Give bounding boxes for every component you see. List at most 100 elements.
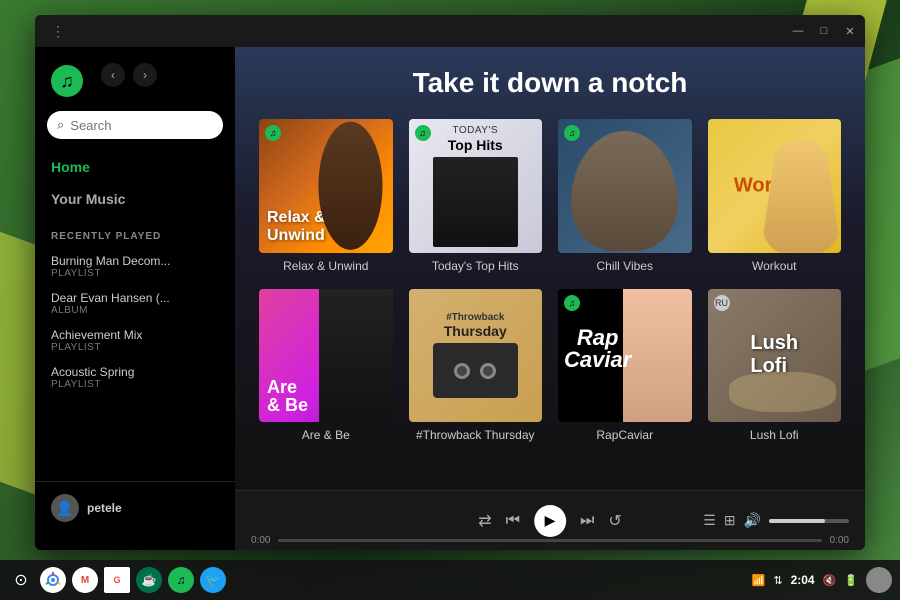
throwback-cassette xyxy=(433,343,518,398)
devices-icon[interactable]: ⊞ xyxy=(724,512,736,529)
recently-item-name-2: Achievement Mix xyxy=(51,328,219,342)
card-throwback[interactable]: #Throwback Thursday #Throwback Thursday xyxy=(409,289,543,443)
taskbar-left: ⊙ M G ☕ ♫ 🐦 xyxy=(8,567,226,593)
recently-item-name-0: Burning Man Decom... xyxy=(51,254,219,268)
taskbar-spotify-icon[interactable]: ♫ xyxy=(168,567,194,593)
spotify-logo-icon: ♫ xyxy=(51,65,83,97)
user-name: petele xyxy=(87,501,122,515)
minimize-button[interactable]: — xyxy=(791,24,805,38)
player-bar: ⇄ ⏮ ▶ ⏭ ↺ ☰ ⊞ 🔊 0:00 xyxy=(235,490,865,550)
back-button[interactable]: ‹ xyxy=(101,63,125,87)
recently-item-1[interactable]: Dear Evan Hansen (... ALBUM xyxy=(35,285,235,322)
progress-container: 0:00 0:00 xyxy=(235,530,865,550)
taskbar: ⊙ M G ☕ ♫ 🐦 📶 ⇅ 2:04 🔇 🔋 xyxy=(0,560,900,600)
taskbar-search-icon[interactable]: ⊙ xyxy=(8,567,34,593)
recently-item-name-1: Dear Evan Hansen (... xyxy=(51,291,219,305)
user-avatar-icon: 👤 xyxy=(51,494,79,522)
rapcaviar-person xyxy=(623,289,691,423)
queue-icon[interactable]: ☰ xyxy=(703,512,716,529)
sidebar-user[interactable]: 👤 petele xyxy=(35,481,235,534)
taskbar-twitter-icon[interactable]: 🐦 xyxy=(200,567,226,593)
card-relax-unwind[interactable]: ♫ Relax &Unwind Relax & Unwind xyxy=(259,119,393,273)
recently-item-type-0: PLAYLIST xyxy=(51,268,219,279)
titlebar: ⋮ — □ ✕ xyxy=(35,15,865,47)
card-relax-text: Relax &Unwind xyxy=(267,209,326,245)
player-right-controls: ☰ ⊞ 🔊 xyxy=(703,512,849,529)
card-chill-vibes[interactable]: ♫ Chill Vibes xyxy=(558,119,692,273)
card-workout[interactable]: Workout Workout xyxy=(708,119,842,273)
sidebar-logo: ♫ ‹ › xyxy=(35,63,235,111)
next-button[interactable]: ⏭ xyxy=(580,512,594,530)
search-icon: ⌕ xyxy=(57,117,64,133)
recently-item-type-3: PLAYLIST xyxy=(51,379,219,390)
card-workout-image: Workout xyxy=(708,119,842,253)
nav-arrows: ‹ › xyxy=(93,63,157,99)
taskbar-gmail-icon[interactable]: M xyxy=(72,567,98,593)
chill-person xyxy=(571,131,678,251)
taskbar-user-photo[interactable] xyxy=(866,567,892,593)
card-lush-lofi[interactable]: RU LushLofi Lush Lofi xyxy=(708,289,842,443)
card-are-be[interactable]: Are& Be Are & Be xyxy=(259,289,393,443)
spotify-window: ⋮ — □ ✕ ♫ ‹ › ⌕ Home Your Music RECENTLY xyxy=(35,15,865,550)
sidebar: ♫ ‹ › ⌕ Home Your Music RECENTLY PLAYED … xyxy=(35,47,235,550)
card-throwback-label: #Throwback Thursday xyxy=(409,428,543,442)
sidebar-nav: Home Your Music xyxy=(35,147,235,219)
sidebar-item-your-music[interactable]: Your Music xyxy=(35,183,235,215)
recently-item-3[interactable]: Acoustic Spring PLAYLIST xyxy=(35,359,235,396)
taskbar-arrows-icon: ⇅ xyxy=(773,574,782,587)
arebe-text: Are& Be xyxy=(267,378,308,414)
volume-slider[interactable] xyxy=(769,519,849,523)
spotify-badge-icon-5: RU xyxy=(714,295,730,311)
previous-button[interactable]: ⏮ xyxy=(506,512,520,530)
window-menu-icon[interactable]: ⋮ xyxy=(51,23,65,40)
taskbar-chrome-icon[interactable] xyxy=(40,567,66,593)
recently-item-name-3: Acoustic Spring xyxy=(51,365,219,379)
close-button[interactable]: ✕ xyxy=(843,24,857,38)
card-relax-image: ♫ Relax &Unwind xyxy=(259,119,393,253)
repeat-button[interactable]: ↺ xyxy=(608,511,621,531)
tophits-person xyxy=(433,157,518,246)
recently-played-list: Burning Man Decom... PLAYLIST Dear Evan … xyxy=(35,248,235,481)
progress-bar[interactable] xyxy=(278,539,821,542)
volume-icon[interactable]: 🔊 xyxy=(744,512,761,529)
card-chill-label: Chill Vibes xyxy=(558,259,692,273)
taskbar-time: 2:04 xyxy=(791,573,815,587)
forward-button[interactable]: › xyxy=(133,63,157,87)
cassette-reel-right xyxy=(480,363,496,379)
card-arebe-label: Are & Be xyxy=(259,428,393,442)
cassette-reel-left xyxy=(454,363,470,379)
rapcaviar-text: RapCaviar xyxy=(564,327,631,371)
sidebar-item-home[interactable]: Home xyxy=(35,151,235,183)
search-input[interactable] xyxy=(70,118,213,133)
recently-item-0[interactable]: Burning Man Decom... PLAYLIST xyxy=(35,248,235,285)
throwback-hashtag: #Throwback xyxy=(446,312,504,323)
card-tophits-image: ♫ Today's Top Hits xyxy=(409,119,543,253)
shuffle-button[interactable]: ⇄ xyxy=(478,511,491,531)
card-workout-label: Workout xyxy=(708,259,842,273)
recently-item-2[interactable]: Achievement Mix PLAYLIST xyxy=(35,322,235,359)
page-title: Take it down a notch xyxy=(259,67,841,99)
maximize-button[interactable]: □ xyxy=(817,24,831,38)
card-lushlofi-label: Lush Lofi xyxy=(708,428,842,442)
taskbar-google-icon[interactable]: G xyxy=(104,567,130,593)
volume-fill xyxy=(769,519,825,523)
taskbar-mute-icon[interactable]: 🔇 xyxy=(823,574,837,587)
time-current: 0:00 xyxy=(251,535,270,546)
taskbar-battery-icon: 🔋 xyxy=(844,574,858,587)
taskbar-starbucks-icon[interactable]: ☕ xyxy=(136,567,162,593)
card-throwback-image: #Throwback Thursday xyxy=(409,289,543,423)
tophits-title: Top Hits xyxy=(448,138,503,153)
main-content: Take it down a notch ♫ Relax &Unwind Rel… xyxy=(235,47,865,490)
card-rapcaviar-label: RapCaviar xyxy=(558,428,692,442)
card-chill-image: ♫ xyxy=(558,119,692,253)
card-rapcaviar-image: ♫ RapCaviar xyxy=(558,289,692,423)
recently-played-label: RECENTLY PLAYED xyxy=(35,219,235,248)
time-total: 0:00 xyxy=(830,535,849,546)
tophits-subtitle: Today's xyxy=(452,125,498,136)
search-bar[interactable]: ⌕ xyxy=(47,111,223,139)
card-top-hits[interactable]: ♫ Today's Top Hits Today's Top Hits xyxy=(409,119,543,273)
cards-row-2: Are& Be Are & Be #Throwback Thursday xyxy=(259,289,841,443)
taskbar-right: 📶 ⇅ 2:04 🔇 🔋 xyxy=(752,567,892,593)
recently-item-type-1: ALBUM xyxy=(51,305,219,316)
card-rapcaviar[interactable]: ♫ RapCaviar RapCaviar xyxy=(558,289,692,443)
